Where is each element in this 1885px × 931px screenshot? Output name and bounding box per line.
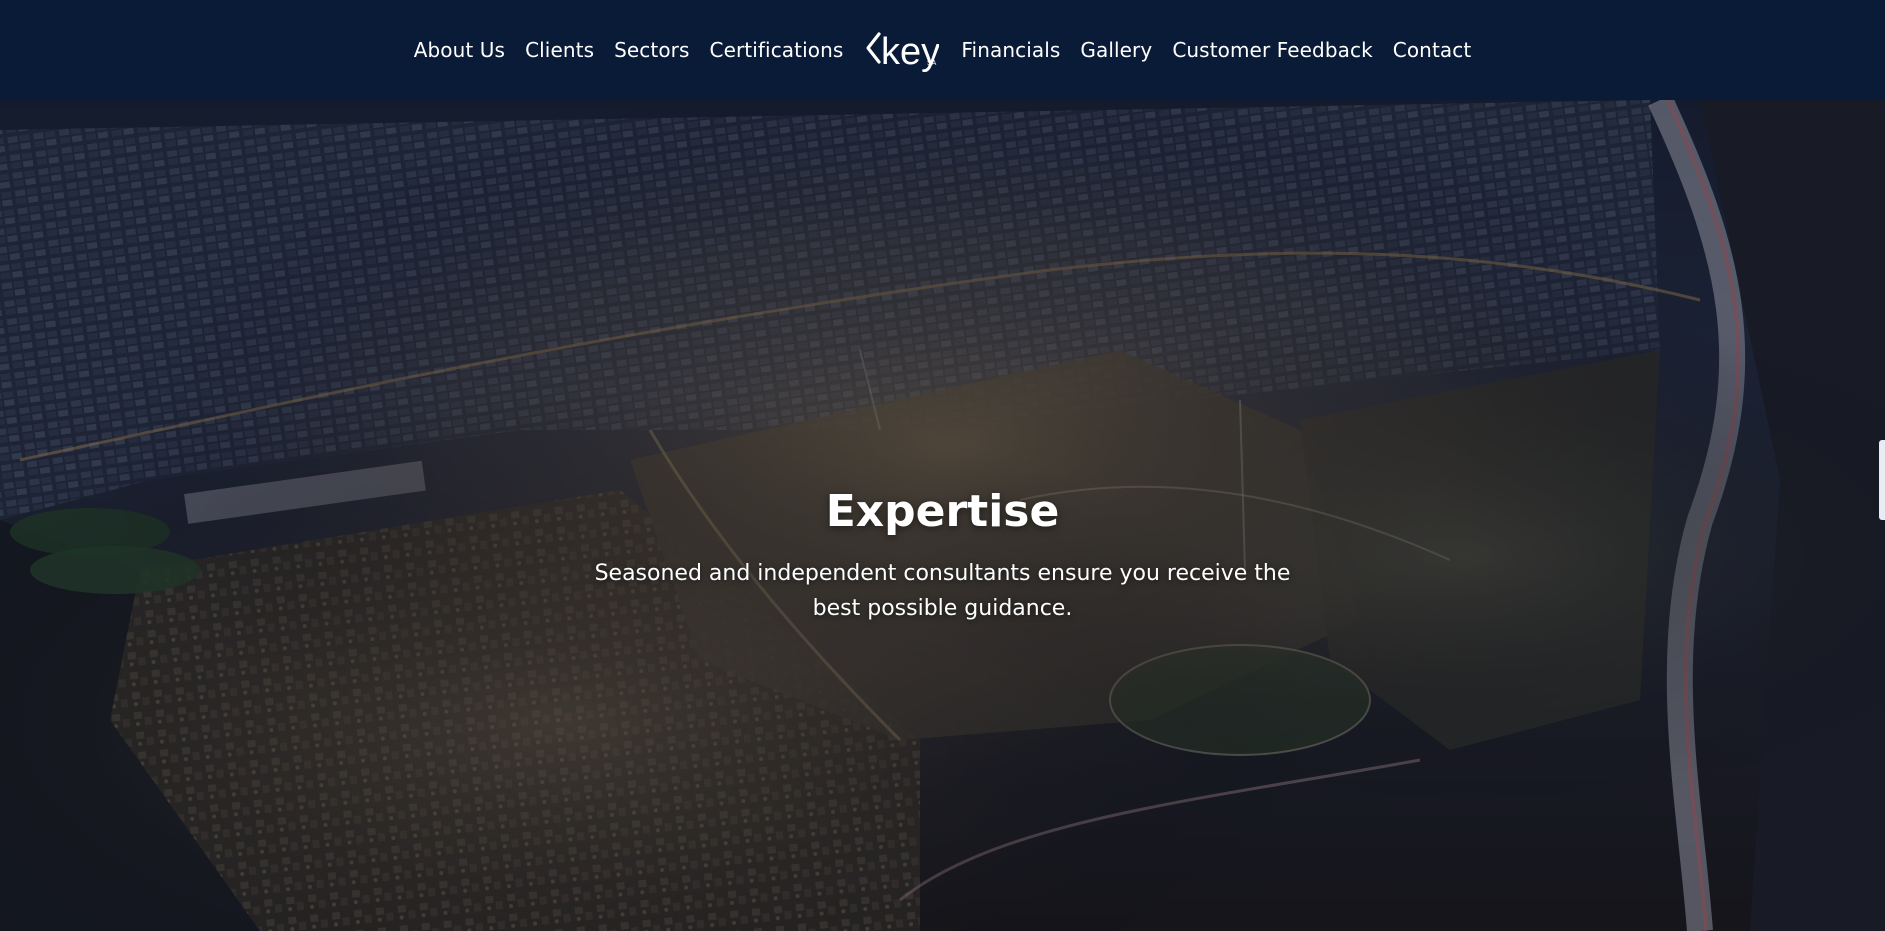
hero-subtitle: Seasoned and independent consultants ens… — [594, 561, 1291, 622]
page: About Us Clients Sectors Certifications … — [0, 0, 1885, 931]
nav-link-gallery[interactable]: Gallery — [1070, 38, 1162, 62]
svg-text:SA: SA — [927, 60, 937, 67]
nav-link-financials[interactable]: Financials — [951, 38, 1070, 62]
hero-section: Expertise Seasoned and independent consu… — [0, 100, 1885, 931]
nav-link-clients[interactable]: Clients — [515, 38, 604, 62]
nav-link-certifications[interactable]: Certifications — [700, 38, 854, 62]
top-navbar: About Us Clients Sectors Certifications … — [0, 0, 1885, 100]
nav-link-contact[interactable]: Contact — [1383, 38, 1482, 62]
nav-left-group: About Us Clients Sectors Certifications — [404, 38, 854, 62]
brand-logo[interactable]: key SA — [865, 20, 939, 80]
hero-content: Expertise Seasoned and independent consu… — [0, 486, 1885, 626]
nav-link-sectors[interactable]: Sectors — [604, 38, 699, 62]
nav-right-group: Financials Gallery Customer Feedback Con… — [951, 38, 1481, 62]
key-logo-icon: key SA — [866, 31, 939, 73]
nav-link-about-us[interactable]: About Us — [404, 38, 515, 62]
nav-link-customer-feedback[interactable]: Customer Feedback — [1162, 38, 1382, 62]
hero-title: Expertise — [825, 486, 1060, 537]
side-scroll-tab[interactable] — [1879, 440, 1885, 520]
